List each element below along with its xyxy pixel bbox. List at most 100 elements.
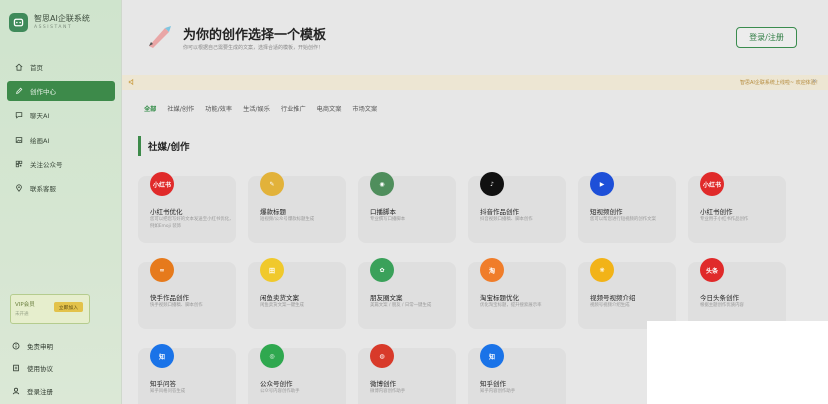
card-title: 小红书创作 bbox=[700, 208, 733, 216]
home-icon bbox=[15, 63, 23, 71]
speaker-icon bbox=[128, 78, 134, 86]
template-card[interactable]: 头条 今日头条创作 根据主题创作优质内容 bbox=[688, 258, 786, 329]
card-logo-icon: ◍ bbox=[370, 344, 394, 368]
card-logo-icon: ✿ bbox=[370, 258, 394, 282]
vip-card[interactable]: VIP会员 未开通 立即加入 bbox=[10, 294, 90, 324]
card-logo-icon: 小红书 bbox=[150, 172, 174, 196]
card-title: 小红书优化 bbox=[150, 208, 183, 216]
template-card[interactable]: ◍ 微博创作 微博内容创作助手 bbox=[358, 344, 456, 404]
vip-join-button[interactable]: 立即加入 bbox=[53, 302, 83, 312]
template-card[interactable]: ◎ 公众号创作 公众号内容创作助手 bbox=[248, 344, 346, 404]
card-logo-icon: 知 bbox=[480, 344, 504, 368]
page-subtitle: 你可以根据自己需要生成的文案，选择合适的模板，开始创作！ bbox=[183, 45, 324, 51]
card-logo-icon: ∞ bbox=[150, 258, 174, 282]
card-title: 爆款标题 bbox=[260, 208, 286, 216]
sidebar-item-support[interactable]: 联系客服 bbox=[7, 178, 115, 198]
bottom-nav: 免责申明 使用协议 登录注册 bbox=[12, 340, 53, 404]
template-card[interactable]: ▶ 短视频创作 您可以帮您进行短视频的创作文案 bbox=[578, 172, 676, 243]
tab-industry[interactable]: 行业推广 bbox=[281, 104, 306, 113]
card-title: 知乎问答 bbox=[150, 380, 176, 388]
tab-social-media[interactable]: 社媒/创作 bbox=[167, 104, 194, 113]
page-title: 为你的创作选择一个模板 bbox=[183, 28, 327, 43]
template-card[interactable]: 田闲鱼卖货文案 闲鱼卖货文案一键生成 bbox=[248, 258, 346, 329]
template-card[interactable]: ♪ 抖音作品创作 抖音视频口播稿、脚本创作 bbox=[468, 172, 566, 243]
edit-icon bbox=[16, 87, 23, 95]
login-label: 登录注册 bbox=[27, 387, 53, 396]
pen-feather-icon bbox=[149, 26, 171, 48]
card-title: 淘宝标题优化 bbox=[480, 294, 519, 302]
tab-all[interactable]: 全部 bbox=[144, 104, 156, 113]
agreement-link[interactable]: 使用协议 bbox=[12, 363, 53, 374]
section-title: 社媒/创作 bbox=[148, 142, 190, 153]
section-header: 社媒/创作 bbox=[138, 136, 189, 156]
tab-marketing[interactable]: 市场文案 bbox=[352, 104, 377, 113]
category-tabs: 全部 社媒/创作 功能/效率 生活/娱乐 行业推广 电商文案 市场文案 bbox=[144, 104, 377, 113]
login-link[interactable]: 登录注册 bbox=[12, 385, 53, 396]
template-card[interactable]: ✎ 爆款标题 短视频/公众号爆款标题生成 bbox=[248, 172, 346, 243]
card-description: 专业撰写口播脚本 bbox=[370, 217, 406, 222]
sidebar-nav: 首页 创作中心 聊天AI 绘画AI 关注公众号 联系客服 bbox=[7, 57, 115, 202]
card-description: 公众号内容创作助手 bbox=[260, 389, 300, 394]
image-icon bbox=[15, 136, 23, 143]
card-description: 快手视频口播稿、脚本创作 bbox=[150, 303, 203, 308]
doc-icon bbox=[13, 364, 19, 372]
card-description: 专业用于小红书作品创作 bbox=[700, 217, 749, 222]
sidebar-item-label: 创作中心 bbox=[30, 88, 56, 97]
template-card[interactable]: ∞ 快手作品创作 快手视频口播稿、脚本创作 bbox=[138, 258, 236, 329]
template-card[interactable]: ◉ 口播脚本 专业撰写口播脚本 bbox=[358, 172, 456, 243]
sidebar-item-chat[interactable]: 聊天AI bbox=[7, 105, 115, 125]
close-icon[interactable]: ✕ bbox=[812, 78, 817, 85]
card-title: 抖音作品创作 bbox=[480, 208, 519, 216]
card-description: 美篇文案 / 朋友 / 日常一键生成 bbox=[370, 303, 432, 308]
card-logo-icon: 淘 bbox=[480, 258, 504, 282]
template-card[interactable]: ❋ 视频号视频介绍 视频号视频介绍生成 bbox=[578, 258, 676, 329]
section-accent-bar bbox=[138, 136, 141, 156]
user-icon bbox=[12, 387, 20, 394]
login-register-button[interactable]: 登录/注册 bbox=[736, 27, 797, 48]
tab-ecommerce[interactable]: 电商文案 bbox=[317, 104, 342, 113]
card-logo-icon: ◉ bbox=[370, 172, 394, 196]
sidebar-item-label: 关注公众号 bbox=[30, 160, 63, 169]
sidebar-item-draw[interactable]: 绘画AI bbox=[7, 130, 115, 150]
card-title: 快手作品创作 bbox=[150, 294, 189, 302]
tab-lifestyle[interactable]: 生活/娱乐 bbox=[243, 104, 270, 113]
card-description: 知乎内容创作助手 bbox=[480, 389, 516, 394]
card-title: 视频号视频介绍 bbox=[590, 294, 636, 302]
card-description: 优化淘宝标题，提升搜索展示率 bbox=[480, 303, 542, 308]
info-icon bbox=[12, 342, 20, 349]
card-logo-icon: 田 bbox=[260, 258, 284, 282]
card-logo-icon: ❋ bbox=[590, 258, 614, 282]
template-card[interactable]: 知知乎创作 知乎内容创作助手 bbox=[468, 344, 566, 404]
card-title: 朋友圈文案 bbox=[370, 294, 403, 302]
template-card[interactable]: 小红书 小红书优化 您可以把您写好的文本发送至小红书优化，例如Emoji 装饰 bbox=[138, 172, 236, 243]
card-logo-icon: ♪ bbox=[480, 172, 504, 196]
card-description: 闲鱼卖货文案一键生成 bbox=[260, 303, 304, 308]
brand-subtitle: ASSISTANT bbox=[34, 25, 73, 30]
template-card[interactable]: 小红书 小红书创作 专业用于小红书作品创作 bbox=[688, 172, 786, 243]
card-description: 抖音视频口播稿、脚本创作 bbox=[480, 217, 533, 222]
sidebar-item-label: 绘画AI bbox=[30, 136, 50, 145]
brand[interactable]: 智思AI企联系统 ASSISTANT bbox=[9, 13, 90, 32]
sidebar-item-home[interactable]: 首页 bbox=[7, 57, 115, 77]
card-title: 短视频创作 bbox=[590, 208, 623, 216]
brand-title: 智思AI企联系统 bbox=[34, 14, 90, 23]
card-description: 视频号视频介绍生成 bbox=[590, 303, 630, 308]
notice-text: 智思AI企联系统上线啦~ 欢迎体验！ bbox=[740, 80, 821, 86]
card-logo-icon: ▶ bbox=[590, 172, 614, 196]
location-icon bbox=[16, 184, 22, 192]
card-description: 根据主题创作优质内容 bbox=[700, 303, 744, 308]
sidebar-item-creation[interactable]: 创作中心 bbox=[7, 81, 115, 102]
sidebar-item-label: 首页 bbox=[30, 64, 43, 72]
template-card[interactable]: 知知乎问答 知乎风格问答生成 bbox=[138, 344, 236, 404]
qrcode-icon bbox=[15, 160, 23, 167]
sidebar-item-follow[interactable]: 关注公众号 bbox=[7, 154, 115, 174]
tab-efficiency[interactable]: 功能/效率 bbox=[205, 104, 232, 113]
brand-logo-icon bbox=[9, 13, 28, 32]
card-title: 口播脚本 bbox=[370, 208, 396, 216]
agreement-label: 使用协议 bbox=[27, 365, 53, 373]
disclaimer-label: 免责申明 bbox=[27, 342, 53, 351]
template-card[interactable]: ✿ 朋友圈文案 美篇文案 / 朋友 / 日常一键生成 bbox=[358, 258, 456, 329]
disclaimer-link[interactable]: 免责申明 bbox=[12, 340, 53, 351]
card-title: 闲鱼卖货文案 bbox=[260, 294, 299, 302]
template-card[interactable]: 淘淘宝标题优化 优化淘宝标题，提升搜索展示率 bbox=[468, 258, 566, 329]
